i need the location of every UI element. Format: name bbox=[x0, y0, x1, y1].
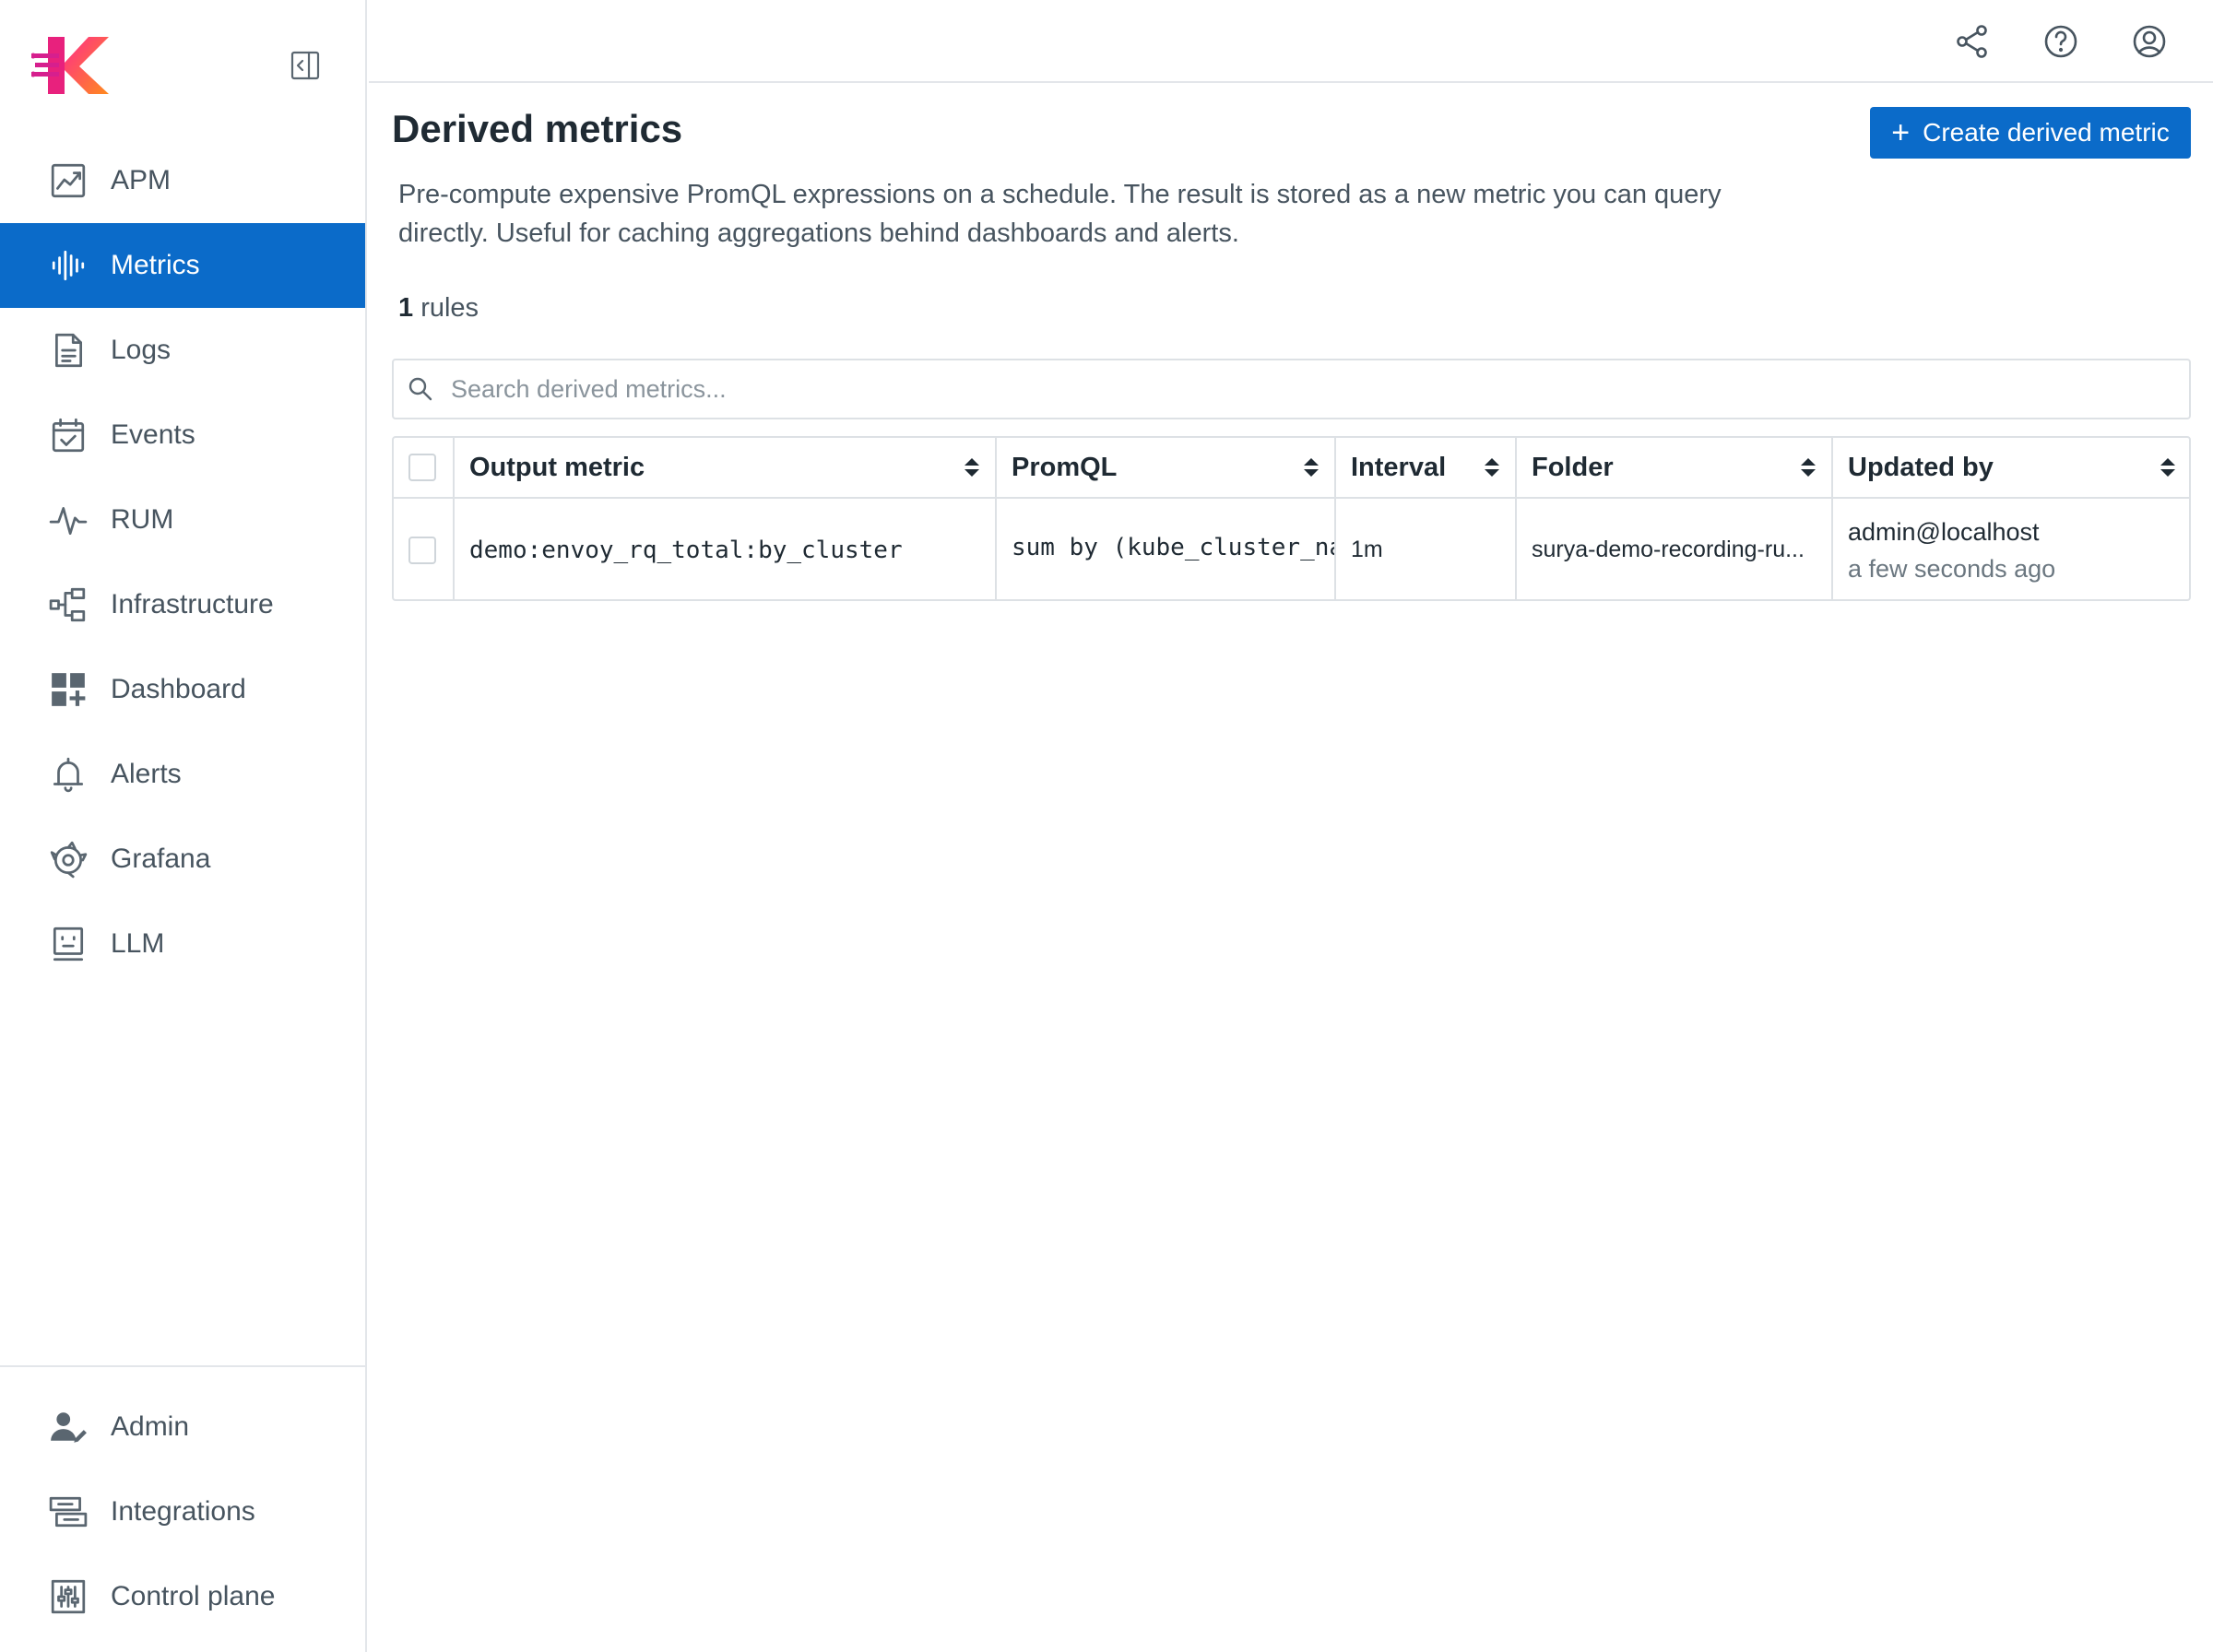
sidebar-collapse-icon bbox=[290, 51, 320, 80]
derived-metrics-table: Output metric PromQL Interval Folder Upd… bbox=[392, 436, 2191, 601]
dashboard-grid-icon bbox=[48, 669, 89, 710]
collapse-sidebar-button[interactable] bbox=[290, 50, 321, 81]
share-icon bbox=[1957, 25, 1987, 58]
folder-cell: surya-demo-recording-ru... bbox=[1515, 499, 1831, 599]
sidebar-item-label: Admin bbox=[111, 1411, 190, 1442]
top-bar bbox=[369, 0, 2213, 83]
logs-document-icon bbox=[48, 330, 89, 371]
sidebar-item-label: LLM bbox=[111, 928, 165, 959]
search-bar bbox=[392, 359, 2191, 419]
user-circle-icon bbox=[2133, 25, 2166, 58]
header-select-cell bbox=[394, 438, 453, 497]
updated-at-time: a few seconds ago bbox=[1848, 554, 2056, 583]
column-header-interval[interactable]: Interval bbox=[1334, 438, 1515, 497]
sort-icon bbox=[2160, 458, 2175, 477]
sidebar-item-llm[interactable]: LLM bbox=[0, 902, 365, 986]
sidebar-item-label: Metrics bbox=[111, 250, 200, 280]
search-input[interactable] bbox=[451, 374, 2111, 404]
plus-icon: + bbox=[1891, 115, 1911, 150]
page-description: Pre-compute expensive PromQL expressions… bbox=[398, 180, 1722, 248]
updated-by-user: admin@localhost bbox=[1848, 517, 2040, 546]
sidebar-item-logs[interactable]: Logs bbox=[0, 308, 365, 393]
interval-value: 1m bbox=[1351, 537, 1383, 562]
sidebar-item-label: Control plane bbox=[111, 1581, 276, 1611]
sort-icon bbox=[964, 458, 979, 477]
sidebar: APM Metrics Logs Events RUM Infrastructu… bbox=[0, 0, 367, 1652]
column-header-folder[interactable]: Folder bbox=[1515, 438, 1831, 497]
sidebar-item-control-plane[interactable]: Control plane bbox=[0, 1554, 365, 1639]
sidebar-item-alerts[interactable]: Alerts bbox=[0, 732, 365, 817]
row-checkbox[interactable] bbox=[408, 536, 436, 564]
apm-chart-icon bbox=[48, 160, 89, 201]
column-header-output-metric[interactable]: Output metric bbox=[453, 438, 995, 497]
metrics-waveform-icon bbox=[48, 245, 89, 286]
control-plane-icon bbox=[48, 1576, 89, 1617]
promql-value: sum by (kube_cluster_name bbox=[1012, 533, 1334, 561]
column-header-updated-by[interactable]: Updated by bbox=[1831, 438, 2189, 497]
select-all-checkbox[interactable] bbox=[408, 454, 436, 481]
rules-count-number: 1 bbox=[398, 293, 414, 323]
grafana-icon bbox=[48, 839, 89, 879]
output-metric-value[interactable]: demo:envoy_rq_total:by_cluster bbox=[455, 537, 903, 564]
create-button-label: Create derived metric bbox=[1923, 118, 2170, 147]
table-header: Output metric PromQL Interval Folder Upd… bbox=[394, 438, 2189, 499]
sidebar-item-admin[interactable]: Admin bbox=[0, 1385, 365, 1469]
sidebar-item-label: Alerts bbox=[111, 759, 182, 789]
share-button[interactable] bbox=[1951, 20, 1994, 63]
admin-user-icon bbox=[48, 1407, 89, 1447]
promql-cell: sum by (kube_cluster_name bbox=[995, 499, 1334, 599]
sidebar-divider bbox=[0, 1365, 365, 1367]
sidebar-item-label: Dashboard bbox=[111, 674, 246, 704]
help-button[interactable] bbox=[2040, 20, 2082, 63]
updated-by-cell: admin@localhost a few seconds ago bbox=[1831, 499, 2189, 599]
sidebar-item-dashboard[interactable]: Dashboard bbox=[0, 647, 365, 732]
sort-icon bbox=[1485, 458, 1499, 477]
sidebar-item-infrastructure[interactable]: Infrastructure bbox=[0, 562, 365, 647]
infrastructure-nodes-icon bbox=[48, 584, 89, 625]
kloudmate-logo[interactable] bbox=[31, 35, 111, 96]
updated-by-info: admin@localhost a few seconds ago bbox=[1833, 513, 2055, 587]
column-header-promql[interactable]: PromQL bbox=[995, 438, 1334, 497]
interval-cell: 1m bbox=[1334, 499, 1515, 599]
sidebar-item-label: Infrastructure bbox=[111, 589, 274, 620]
table-row[interactable]: demo:envoy_rq_total:by_cluster sum by (k… bbox=[394, 499, 2189, 599]
row-select-cell bbox=[394, 499, 453, 599]
sort-icon bbox=[1304, 458, 1319, 477]
sidebar-item-metrics[interactable]: Metrics bbox=[0, 223, 365, 308]
events-calendar-icon bbox=[48, 415, 89, 455]
alerts-bell-icon bbox=[48, 754, 89, 795]
rules-count: 1 rules bbox=[398, 293, 479, 324]
rules-count-suffix: rules bbox=[413, 293, 479, 323]
sidebar-item-grafana[interactable]: Grafana bbox=[0, 817, 365, 902]
folder-value[interactable]: surya-demo-recording-ru... bbox=[1517, 537, 1805, 563]
output-metric-cell: demo:envoy_rq_total:by_cluster bbox=[453, 499, 995, 599]
user-profile-button[interactable] bbox=[2128, 20, 2171, 63]
sort-icon bbox=[1801, 458, 1816, 477]
sidebar-nav: APM Metrics Logs Events RUM Infrastructu… bbox=[0, 138, 365, 986]
rum-pulse-icon bbox=[48, 500, 89, 540]
llm-robot-icon bbox=[48, 924, 89, 964]
sidebar-item-label: Integrations bbox=[111, 1496, 255, 1527]
sidebar-item-label: Events bbox=[111, 419, 195, 450]
sidebar-item-apm[interactable]: APM bbox=[0, 138, 365, 223]
sidebar-item-label: Logs bbox=[111, 335, 172, 365]
sidebar-item-label: APM bbox=[111, 165, 172, 195]
sidebar-bottom-nav: Admin Integrations Control plane bbox=[0, 1385, 365, 1639]
app-root: APM Metrics Logs Events RUM Infrastructu… bbox=[0, 0, 2213, 1652]
page-title: Derived metrics bbox=[392, 107, 683, 150]
sidebar-item-label: Grafana bbox=[111, 844, 211, 874]
create-derived-metric-button[interactable]: + Create derived metric bbox=[1870, 107, 2191, 159]
sidebar-item-label: RUM bbox=[111, 504, 174, 535]
sidebar-item-rum[interactable]: RUM bbox=[0, 478, 365, 562]
integrations-icon bbox=[48, 1492, 89, 1532]
sidebar-item-integrations[interactable]: Integrations bbox=[0, 1469, 365, 1554]
sidebar-item-events[interactable]: Events bbox=[0, 393, 365, 478]
help-circle-icon bbox=[2044, 25, 2077, 58]
search-icon bbox=[408, 377, 432, 401]
